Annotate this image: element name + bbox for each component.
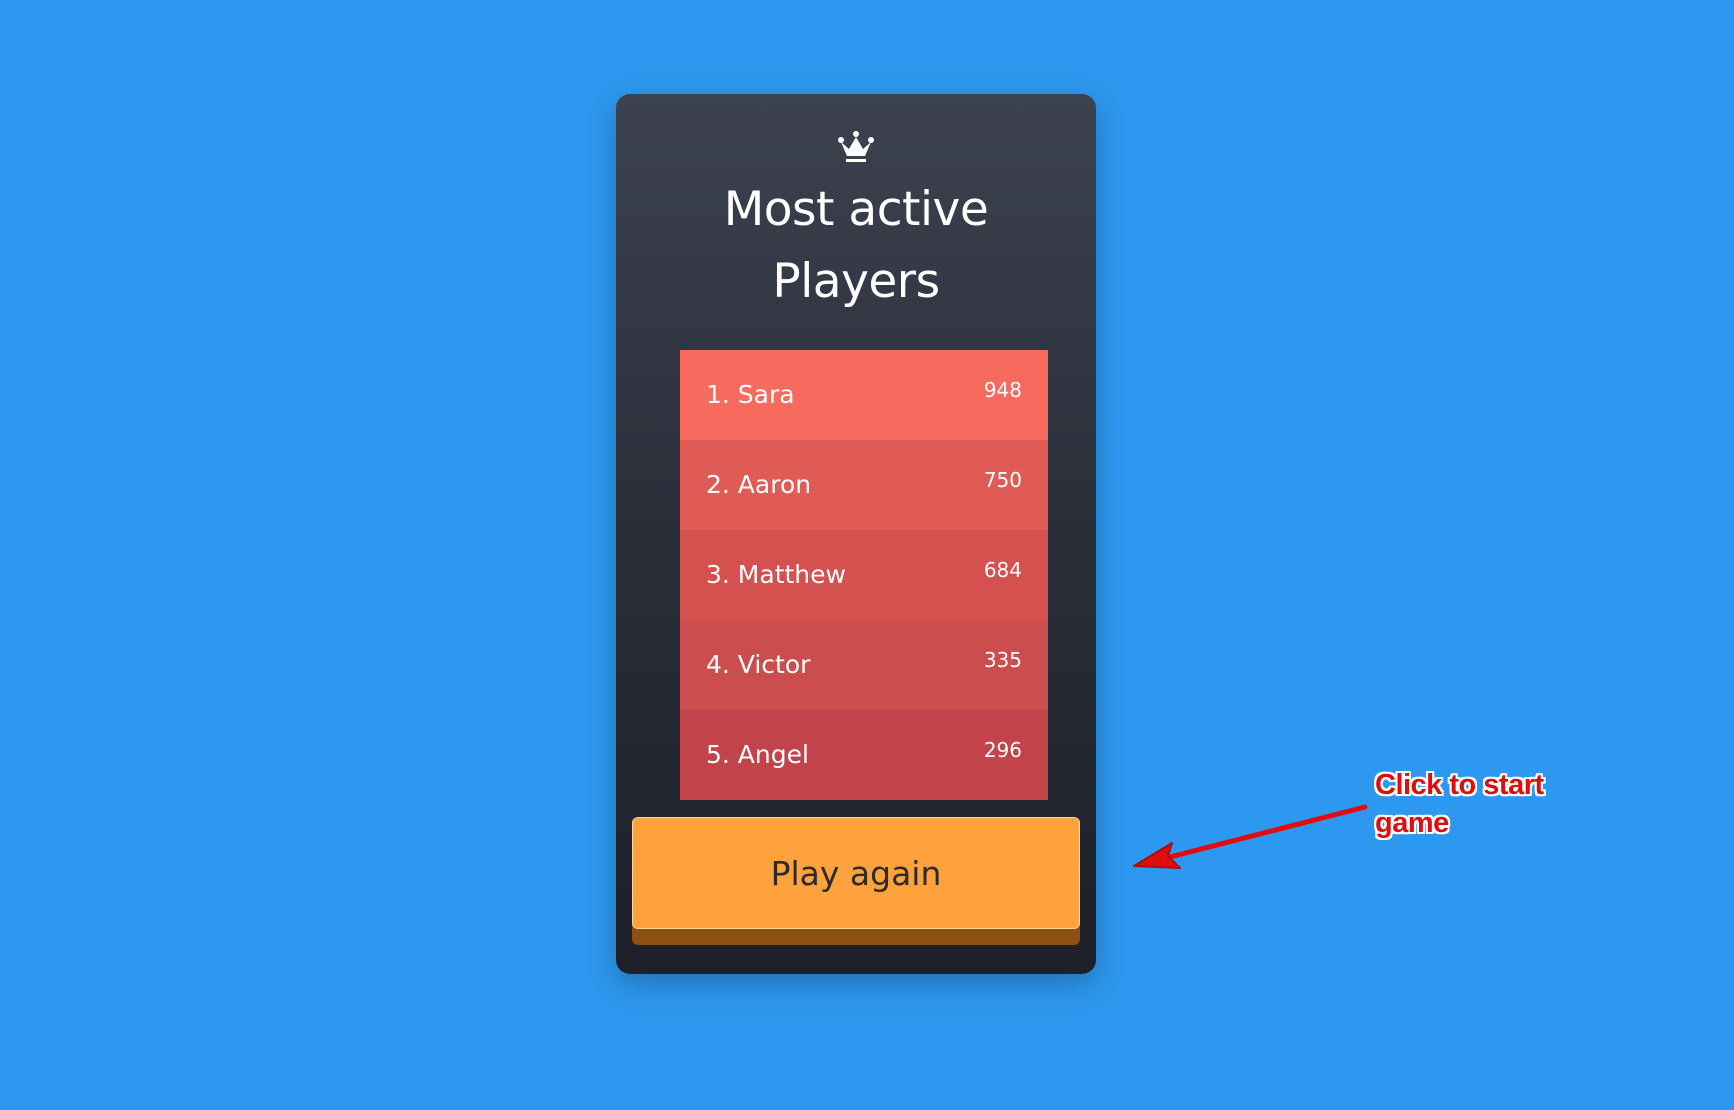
- annotation-line-2: game: [1375, 807, 1449, 839]
- crown-icon: [838, 131, 874, 162]
- title-line-2: Players: [772, 254, 940, 309]
- list-item: 1. Sara 948: [680, 350, 1048, 440]
- play-again-button[interactable]: Play again: [632, 817, 1080, 945]
- list-item: 4. Victor 335: [680, 620, 1048, 710]
- player-score: 684: [983, 558, 1022, 582]
- list-item: 5. Angel 296: [680, 710, 1048, 800]
- player-name: 1. Sara: [706, 380, 795, 409]
- annotation-callout: Click to start game: [1375, 766, 1544, 842]
- annotation-line-1: Click to start: [1375, 769, 1544, 801]
- annotation-arrow-icon: [1133, 804, 1368, 869]
- title-line-1: Most active: [723, 182, 989, 237]
- player-name: 3. Matthew: [706, 560, 846, 589]
- leaderboard-card: Most active Players 1. Sara 948 2. Aaron…: [616, 94, 1096, 974]
- player-score: 948: [983, 378, 1022, 402]
- player-score: 335: [983, 648, 1022, 672]
- player-name: 5. Angel: [706, 740, 809, 769]
- list-item: 2. Aaron 750: [680, 440, 1048, 530]
- player-score: 296: [983, 738, 1022, 762]
- play-again-button-label[interactable]: Play again: [632, 817, 1080, 929]
- page-title: Most active Players: [616, 174, 1096, 318]
- player-score: 750: [983, 468, 1022, 492]
- leaderboard-list: 1. Sara 948 2. Aaron 750 3. Matthew 684 …: [680, 350, 1048, 800]
- player-name: 2. Aaron: [706, 470, 812, 499]
- player-name: 4. Victor: [706, 650, 811, 679]
- list-item: 3. Matthew 684: [680, 530, 1048, 620]
